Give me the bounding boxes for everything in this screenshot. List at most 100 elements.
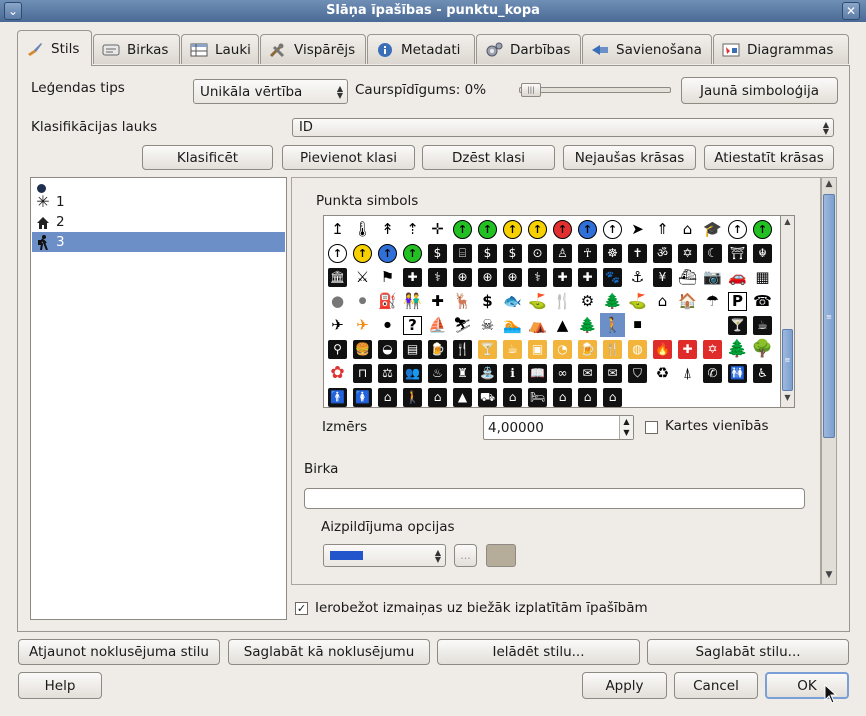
symbol-cell[interactable]: ℹ — [500, 361, 525, 385]
symbol-cell[interactable]: 🌡 — [350, 217, 375, 241]
symbol-cell[interactable]: ⚕ — [525, 265, 550, 289]
symbol-cell[interactable]: 🌲 — [575, 313, 600, 337]
spin-arrows-icon[interactable]: ▲ ▼ — [619, 416, 633, 439]
new-symbology-button[interactable]: Jaunā simboloģija — [681, 77, 838, 104]
symbol-cell[interactable]: ⌂ — [550, 385, 575, 407]
symbol-cell[interactable]: 🐾 — [600, 265, 625, 289]
symbol-cell[interactable]: ♿ — [750, 361, 775, 385]
symbol-cell[interactable]: ⛵ — [425, 313, 450, 337]
symbol-cell[interactable]: ⛩ — [725, 241, 750, 265]
symbol-cell[interactable]: ✚ — [425, 289, 450, 313]
symbol-cell[interactable]: 🍺 — [425, 337, 450, 361]
symbol-cell[interactable]: ☠ — [475, 313, 500, 337]
scroll-thumb[interactable]: ≡ — [782, 329, 793, 391]
symbol-cell[interactable]: $ — [475, 241, 500, 265]
symbol-cell[interactable]: ✛ — [425, 217, 450, 241]
symbol-cell[interactable]: 🌲 — [600, 289, 625, 313]
fill-more-button[interactable]: ... — [454, 544, 477, 567]
symbol-cell[interactable]: ♻ — [650, 361, 675, 385]
size-spinbox[interactable]: 4,00000 ▲ ▼ — [483, 415, 634, 440]
symbol-cell[interactable]: ◒ — [375, 337, 400, 361]
symbol-cell[interactable]: 🚗 — [725, 265, 750, 289]
load-style-button[interactable]: Ielādēt stilu... — [437, 639, 640, 665]
symbol-cell[interactable]: ☎ — [750, 289, 775, 313]
symbol-cell[interactable]: ⌂ — [575, 385, 600, 407]
symbol-cell[interactable]: ✚ — [550, 265, 575, 289]
scroll-down-icon[interactable]: ▼ — [782, 393, 793, 405]
symbol-cell[interactable]: ☕ — [750, 313, 775, 337]
symbol-cell[interactable]: ◍ — [625, 337, 650, 361]
symbol-cell[interactable]: ⌂ — [375, 385, 400, 407]
symbol-cell[interactable]: ✿ — [325, 361, 350, 385]
symbol-cell[interactable]: ↑ — [400, 241, 425, 265]
fill-style-select[interactable]: ▲ ▼ — [323, 544, 446, 567]
symbol-cell[interactable]: ↑ — [450, 217, 475, 241]
symbol-cell[interactable]: 🦌 — [450, 289, 475, 313]
delete-class-button[interactable]: Dzēst klasi — [422, 145, 555, 170]
symbol-cell[interactable]: ॐ — [650, 241, 675, 265]
symbol-cell[interactable]: ⍋ — [675, 361, 700, 385]
symbol-cell-selected[interactable]: 🚶 — [600, 313, 625, 337]
symbol-cell[interactable]: $ — [475, 289, 500, 313]
symbol-cell[interactable]: 🛏 — [525, 385, 550, 407]
symbol-cell[interactable]: ⌂ — [650, 289, 675, 313]
symbol-cell[interactable]: 🌲 — [725, 337, 750, 361]
symbol-cell[interactable]: ↑ — [750, 217, 775, 241]
symbol-cell[interactable]: ⊓ — [350, 361, 375, 385]
symbol-cell[interactable]: ⛟ — [475, 385, 500, 407]
class-item-selected[interactable]: 3 — [32, 232, 285, 252]
symbol-cell[interactable]: 📷 — [700, 265, 725, 289]
reset-colors-button[interactable]: Atiestatīt krāsas — [704, 145, 834, 170]
symbol-cell[interactable]: ✚ — [400, 265, 425, 289]
symbol-grid-scrollbar[interactable]: ▲ ≡ ▼ — [780, 215, 795, 408]
symbol-cell[interactable]: 🚹 — [325, 385, 350, 407]
symbol-cell[interactable]: ⌸ — [450, 241, 475, 265]
add-class-button[interactable]: Pievienot klasi — [282, 145, 415, 170]
symbol-cell[interactable]: ⚙ — [575, 289, 600, 313]
symbol-cell[interactable]: ↑ — [350, 241, 375, 265]
symbol-cell[interactable]: ↑ — [575, 217, 600, 241]
symbol-cell[interactable]: ⌂ — [675, 217, 700, 241]
symbol-cell[interactable]: ✉ — [575, 361, 600, 385]
symbol-cell[interactable]: ↑ — [725, 217, 750, 241]
tab-birkas[interactable]: Birkas — [93, 34, 180, 64]
symbol-cell[interactable]: ⚲ — [325, 337, 350, 361]
symbol-cell[interactable]: ⇡ — [400, 217, 425, 241]
tab-savienosana[interactable]: Savienošana — [582, 34, 712, 64]
symbol-cell[interactable]: 🍴 — [600, 337, 625, 361]
symbol-cell[interactable]: 🚶 — [400, 385, 425, 407]
symbol-cell[interactable]: ▲ — [450, 385, 475, 407]
symbol-cell[interactable]: ⇑ — [650, 217, 675, 241]
symbol-cell[interactable]: ✈ — [325, 313, 350, 337]
symbol-cell[interactable]: ☥ — [575, 241, 600, 265]
symbol-cell[interactable]: ⊕ — [475, 265, 500, 289]
symbol-cell[interactable]: ? — [400, 313, 425, 337]
symbol-cell[interactable]: ⛲ — [475, 361, 500, 385]
help-button[interactable]: Help — [18, 672, 102, 699]
symbol-cell[interactable]: ✚ — [675, 337, 700, 361]
scroll-up-icon[interactable]: ▲ — [782, 217, 793, 229]
symbol-cell[interactable]: 🐟 — [500, 289, 525, 313]
symbol-cell[interactable]: ⛽ — [375, 289, 400, 313]
scroll-up-icon[interactable]: ▲ — [823, 179, 835, 193]
tab-darbibas[interactable]: Darbības — [476, 34, 581, 64]
panel-scrollbar[interactable]: ▲ ≡ ▼ — [821, 177, 837, 585]
symbol-cell[interactable]: 🎓 — [700, 217, 725, 241]
restore-default-style-button[interactable]: Atjaunot noklusējuma stilu — [18, 639, 220, 665]
symbol-cell[interactable]: ⛉ — [625, 361, 650, 385]
symbol-cell[interactable]: ☸ — [600, 241, 625, 265]
symbol-cell[interactable]: ✉ — [600, 361, 625, 385]
symbol-cell[interactable]: ● — [375, 313, 400, 337]
symbol-cell[interactable]: ⛷ — [450, 313, 475, 337]
tab-stils[interactable]: Stils — [17, 30, 92, 66]
transparency-slider[interactable] — [519, 87, 671, 93]
symbol-cell[interactable]: ¥ — [650, 265, 675, 289]
class-item[interactable]: ✳ 1 — [32, 192, 285, 212]
symbol-cell[interactable]: ↑ — [475, 217, 500, 241]
tab-diagrammas[interactable]: Diagrammas — [713, 34, 849, 64]
symbol-cell[interactable] — [700, 313, 725, 337]
symbol-cell[interactable]: 🏠 — [675, 289, 700, 313]
window-menu-button[interactable]: ⌄ — [4, 2, 22, 20]
class-item[interactable]: 2 — [32, 212, 285, 232]
symbol-cell[interactable]: ⌂ — [500, 385, 525, 407]
